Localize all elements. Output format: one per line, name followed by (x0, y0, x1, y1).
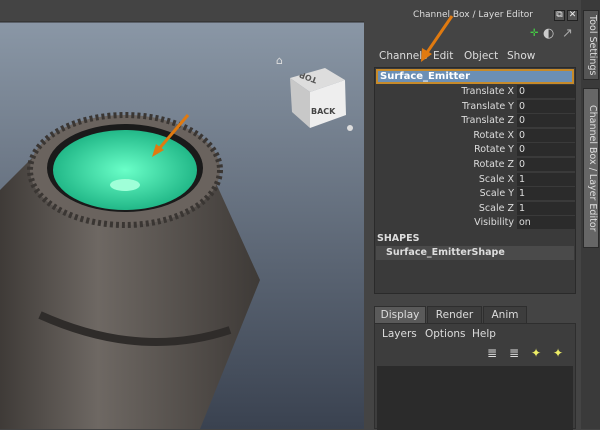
channel-list: Surface_Emitter Translate X 0 Translate Y0… (374, 67, 576, 294)
shapes-header: SHAPES (377, 233, 420, 244)
channel-row[interactable]: Rotate Y0 (376, 143, 575, 157)
arrow-annotation (421, 15, 454, 62)
layer-list[interactable] (377, 366, 573, 430)
new-layer-selected-icon[interactable]: ≣ (509, 346, 519, 360)
side-tabs: Tool Settings Channel Box / Layer Editor (581, 0, 600, 429)
channel-name: Scale Y (479, 188, 514, 200)
channel-row[interactable]: Rotate X0 (376, 128, 575, 143)
pick-icon[interactable]: ↗ (562, 26, 573, 41)
tab-tool-settings[interactable]: Tool Settings (583, 10, 599, 80)
channel-row[interactable]: Rotate Z0 (376, 158, 575, 172)
close-button[interactable]: ✕ (567, 10, 578, 21)
channel-name: Scale Z (478, 202, 514, 214)
channel-name: Rotate Z (473, 159, 514, 170)
tab-render[interactable]: Render (427, 306, 482, 324)
channel-name: Visibility (474, 217, 514, 229)
channel-value[interactable]: 0 (517, 143, 575, 157)
channel-row[interactable]: Visibility on (376, 216, 575, 230)
channel-name: Translate Y (462, 100, 514, 112)
object-name[interactable]: Surface_Emitter (376, 69, 574, 84)
new-layer-icon[interactable]: ≣ (487, 346, 497, 360)
menu-options[interactable]: Options (425, 328, 466, 340)
channel-name: Rotate Y (474, 144, 514, 156)
svg-text:BACK: BACK (311, 107, 336, 116)
layer-editor: Layers Options Help ≣ ≣ ✦ ✦ (374, 323, 576, 430)
anim-layer-icon[interactable]: ✦ (531, 346, 541, 360)
tab-anim[interactable]: Anim (483, 306, 527, 324)
channel-value[interactable]: 0 (517, 99, 575, 113)
channel-row[interactable]: Scale X1 (376, 172, 575, 187)
channel-value[interactable]: 1 (517, 172, 575, 186)
shading-icon[interactable]: ◐ (543, 26, 554, 41)
channel-row[interactable]: Translate Z0 (376, 114, 575, 128)
channel-row[interactable]: Scale Z1 (376, 201, 575, 216)
channel-value[interactable]: 0 (517, 158, 575, 171)
svg-text:⌂: ⌂ (276, 54, 283, 67)
tab-channel-box[interactable]: Channel Box / Layer Editor (583, 88, 599, 248)
channel-name: Rotate X (473, 129, 514, 141)
channel-value[interactable]: 0 (517, 85, 575, 98)
channel-name: Translate Z (461, 115, 514, 127)
channel-name: Translate X (461, 86, 514, 97)
axis-icon[interactable]: ✛ (530, 28, 538, 39)
render-layer-icon[interactable]: ✦ (553, 346, 563, 360)
menu-object[interactable]: Object (464, 50, 498, 62)
menu-layers[interactable]: Layers (382, 328, 417, 340)
channel-value[interactable]: on (517, 216, 575, 230)
channel-value[interactable]: 0 (517, 114, 575, 128)
scene: TOP BACK ⌂ (0, 0, 364, 429)
surface-emitter-mesh (53, 130, 197, 210)
channel-box-panel: Channel Box / Layer Editor ⧉ ✕ ✛ ◐ ↗ Cha… (366, 0, 580, 430)
channel-value[interactable]: 0 (517, 128, 575, 142)
channel-row[interactable]: Translate Y0 (376, 99, 575, 114)
channel-value[interactable]: 1 (517, 201, 575, 215)
channel-name: Scale X (478, 173, 514, 185)
channel-value[interactable]: 1 (517, 187, 575, 201)
channel-row[interactable]: Scale Y1 (376, 187, 575, 201)
tab-display[interactable]: Display (374, 306, 426, 324)
menu-show[interactable]: Show (507, 50, 535, 62)
channel-row[interactable]: Translate X0 (376, 85, 575, 99)
panel-title: Channel Box / Layer Editor (413, 10, 533, 20)
viewport[interactable]: TOP BACK ⌂ (0, 0, 364, 429)
menu-help[interactable]: Help (472, 328, 496, 340)
float-button[interactable]: ⧉ (554, 10, 565, 21)
shape-name[interactable]: Surface_EmitterShape (376, 246, 574, 260)
